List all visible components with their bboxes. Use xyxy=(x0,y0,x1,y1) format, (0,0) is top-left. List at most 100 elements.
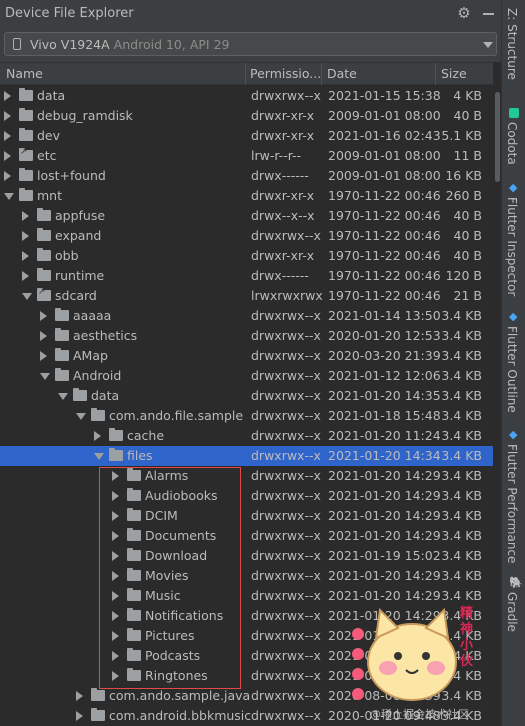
sidebar-tab-z-structure[interactable]: Z: Structure xyxy=(505,8,519,80)
tree-row[interactable]: Audiobooks drwxrwx--x 2021-01-20 14:29 3.4 … xyxy=(0,486,493,506)
file-date: 1970-11-22 00:46 xyxy=(328,208,441,223)
tree-row[interactable]: Podcasts drwxrwx--x 2021-01-20 14:29 3.4 KB xyxy=(0,646,493,666)
chevron-right-icon[interactable] xyxy=(112,671,119,681)
column-header-permissions[interactable]: Permissio... xyxy=(250,66,321,86)
chevron-right-icon[interactable] xyxy=(94,431,101,441)
sidebar-tab-flutter-performance[interactable]: Flutter Performance xyxy=(505,444,519,563)
folder-icon xyxy=(91,688,105,701)
folder-icon xyxy=(37,268,51,281)
chevron-right-icon[interactable] xyxy=(22,251,29,261)
tree-row[interactable]: runtime drwx------ 1970-11-22 00:46 120 B xyxy=(0,266,493,286)
chevron-down-icon[interactable] xyxy=(40,373,50,380)
tree-row[interactable]: files drwxrwx--x 2021-01-20 14:34 3.4 KB xyxy=(0,446,493,466)
tree-row[interactable]: com.ando.sample.java drwxrwx--x 2020-08-06… xyxy=(0,686,493,706)
file-date: 2009-01-01 08:00 xyxy=(328,148,441,163)
chevron-right-icon[interactable] xyxy=(112,511,119,521)
scrollbar-thumb[interactable] xyxy=(495,92,500,182)
tree-row[interactable]: sdcard lrwxrwxrwx 1970-11-22 00:46 21 B xyxy=(0,286,493,306)
column-header-date[interactable]: Date xyxy=(327,66,357,86)
tree-row[interactable]: appfuse drwx--x--x 1970-11-22 00:46 40 B xyxy=(0,206,493,226)
tree-row[interactable]: obb drwxr-xr-x 1970-11-22 00:46 40 B xyxy=(0,246,493,266)
tree-row[interactable]: mnt drwxr-xr-x 1970-11-22 00:46 260 B xyxy=(0,186,493,206)
chevron-right-icon[interactable] xyxy=(76,711,83,721)
tree-row[interactable]: debug_ramdisk drwxr-xr-x 2009-01-01 08:00 4… xyxy=(0,106,493,126)
file-name: com.ando.sample.java xyxy=(109,688,251,703)
chevron-right-icon[interactable] xyxy=(22,271,29,281)
chevron-right-icon[interactable] xyxy=(4,131,11,141)
tree-row[interactable]: Pictures drwxrwx--x 2021-01-20 14:29 3.4 KB xyxy=(0,626,493,646)
minimize-icon[interactable] xyxy=(483,13,494,15)
chevron-right-icon[interactable] xyxy=(112,591,119,601)
chevron-right-icon[interactable] xyxy=(112,571,119,581)
tree-row[interactable]: Movies drwxrwx--x 2021-01-20 14:29 3.4 KB xyxy=(0,566,493,586)
chevron-down-icon[interactable] xyxy=(22,293,32,300)
folder-icon xyxy=(127,608,141,621)
chevron-down-icon[interactable] xyxy=(94,453,104,460)
vertical-scrollbar[interactable] xyxy=(493,86,501,726)
column-divider[interactable] xyxy=(321,63,322,85)
file-permissions: drwxrwx--x xyxy=(251,548,321,563)
chevron-down-icon[interactable] xyxy=(76,413,86,420)
sidebar-tab-gradle[interactable]: Gradle xyxy=(505,592,519,632)
chevron-right-icon[interactable] xyxy=(4,151,11,161)
chevron-right-icon[interactable] xyxy=(112,651,119,661)
tree-row[interactable]: AMap drwxrwx--x 2020-03-20 21:39 3.4 KB xyxy=(0,346,493,366)
tree-row[interactable]: aaaaa drwxrwx--x 2021-01-14 13:50 3.4 KB xyxy=(0,306,493,326)
chevron-right-icon[interactable] xyxy=(4,91,11,101)
file-date: 2020-03-20 21:39 xyxy=(328,348,441,363)
chevron-right-icon[interactable] xyxy=(4,171,11,181)
file-date: 2021-01-18 15:48 xyxy=(328,408,441,423)
tree-row[interactable]: Alarms drwxrwx--x 2021-01-20 14:29 3.4 KB xyxy=(0,466,493,486)
file-permissions: drwxrwx--x xyxy=(251,588,321,603)
chevron-right-icon[interactable] xyxy=(76,691,83,701)
chevron-right-icon[interactable] xyxy=(112,551,119,561)
chevron-right-icon[interactable] xyxy=(112,531,119,541)
tree-row[interactable]: Notifications drwxrwx--x 2021-01-20 14:29 3… xyxy=(0,606,493,626)
column-divider[interactable] xyxy=(435,63,436,85)
chevron-right-icon[interactable] xyxy=(112,471,119,481)
column-header-name[interactable]: Name xyxy=(6,66,43,86)
sidebar-tab-flutter-outline[interactable]: Flutter Outline xyxy=(505,326,519,413)
chevron-right-icon[interactable] xyxy=(40,311,47,321)
tree-row[interactable]: Download drwxrwx--x 2021-01-19 15:02 3.4 KB xyxy=(0,546,493,566)
tree-row[interactable]: Android drwxrwx--x 2021-01-12 12:06 3.4 KB xyxy=(0,366,493,386)
column-header-size[interactable]: Size xyxy=(441,66,467,86)
file-name: AMap xyxy=(73,348,108,363)
gear-icon[interactable]: ⚙ xyxy=(456,5,472,21)
column-divider[interactable] xyxy=(245,63,246,85)
chevron-right-icon[interactable] xyxy=(22,231,29,241)
tree-row[interactable]: aesthetics drwxrwx--x 2020-01-20 12:53 3.4 … xyxy=(0,326,493,346)
chevron-right-icon[interactable] xyxy=(112,491,119,501)
tree-row[interactable]: Ringtones drwxrwx--x 2021-01-20 14:29 3.4 K… xyxy=(0,666,493,686)
tree-row[interactable]: DCIM drwxrwx--x 2021-01-20 14:29 3.4 KB xyxy=(0,506,493,526)
tree-row[interactable]: lost+found drwx------ 2009-01-01 08:00 16 K… xyxy=(0,166,493,186)
device-name: Vivo V1924A xyxy=(30,37,110,52)
chevron-right-icon[interactable] xyxy=(40,351,47,361)
tree-row[interactable]: data drwxrwx--x 2021-01-15 15:38 4 KB xyxy=(0,86,493,106)
chevron-right-icon[interactable] xyxy=(22,211,29,221)
file-size: 4 KB xyxy=(453,88,482,103)
chevron-right-icon[interactable] xyxy=(112,611,119,621)
tree-row[interactable]: data drwxrwx--x 2021-01-20 14:35 3.4 KB xyxy=(0,386,493,406)
tree-row[interactable]: etc lrw-r--r-- 2009-01-01 08:00 11 B xyxy=(0,146,493,166)
file-size: 3.4 KB xyxy=(441,428,482,443)
tree-row[interactable]: cache drwxrwx--x 2021-01-20 11:24 3.4 KB xyxy=(0,426,493,446)
tree-row[interactable]: Documents drwxrwx--x 2021-01-20 14:29 3.4 K… xyxy=(0,526,493,546)
tree-row[interactable]: com.ando.file.sample drwxrwx--x 2021-01-18… xyxy=(0,406,493,426)
chevron-right-icon[interactable] xyxy=(4,111,11,121)
file-size: 40 B xyxy=(453,248,482,263)
sidebar-tab-flutter-inspector[interactable]: Flutter Inspector xyxy=(505,197,519,296)
chevron-down-icon[interactable] xyxy=(58,393,68,400)
chevron-right-icon[interactable] xyxy=(112,631,119,641)
file-size: 3.4 KB xyxy=(441,388,482,403)
sidebar-tab-codota[interactable]: Codota xyxy=(505,122,519,165)
chevron-right-icon[interactable] xyxy=(40,331,47,341)
file-permissions: drwxrwx--x xyxy=(251,528,321,543)
file-permissions: drwxrwx--x xyxy=(251,468,321,483)
tree-row[interactable]: dev drwxr-xr-x 2021-01-16 02:43 5.1 KB xyxy=(0,126,493,146)
device-dropdown[interactable]: Vivo V1924A Android 10, API 29 xyxy=(4,32,497,56)
tree-row[interactable]: Music drwxrwx--x 2021-01-20 14:29 3.4 KB xyxy=(0,586,493,606)
file-name: cache xyxy=(127,428,165,443)
tree-row[interactable]: expand drwxrwx--x 1970-11-22 00:46 40 B xyxy=(0,226,493,246)
chevron-down-icon[interactable] xyxy=(4,193,14,200)
